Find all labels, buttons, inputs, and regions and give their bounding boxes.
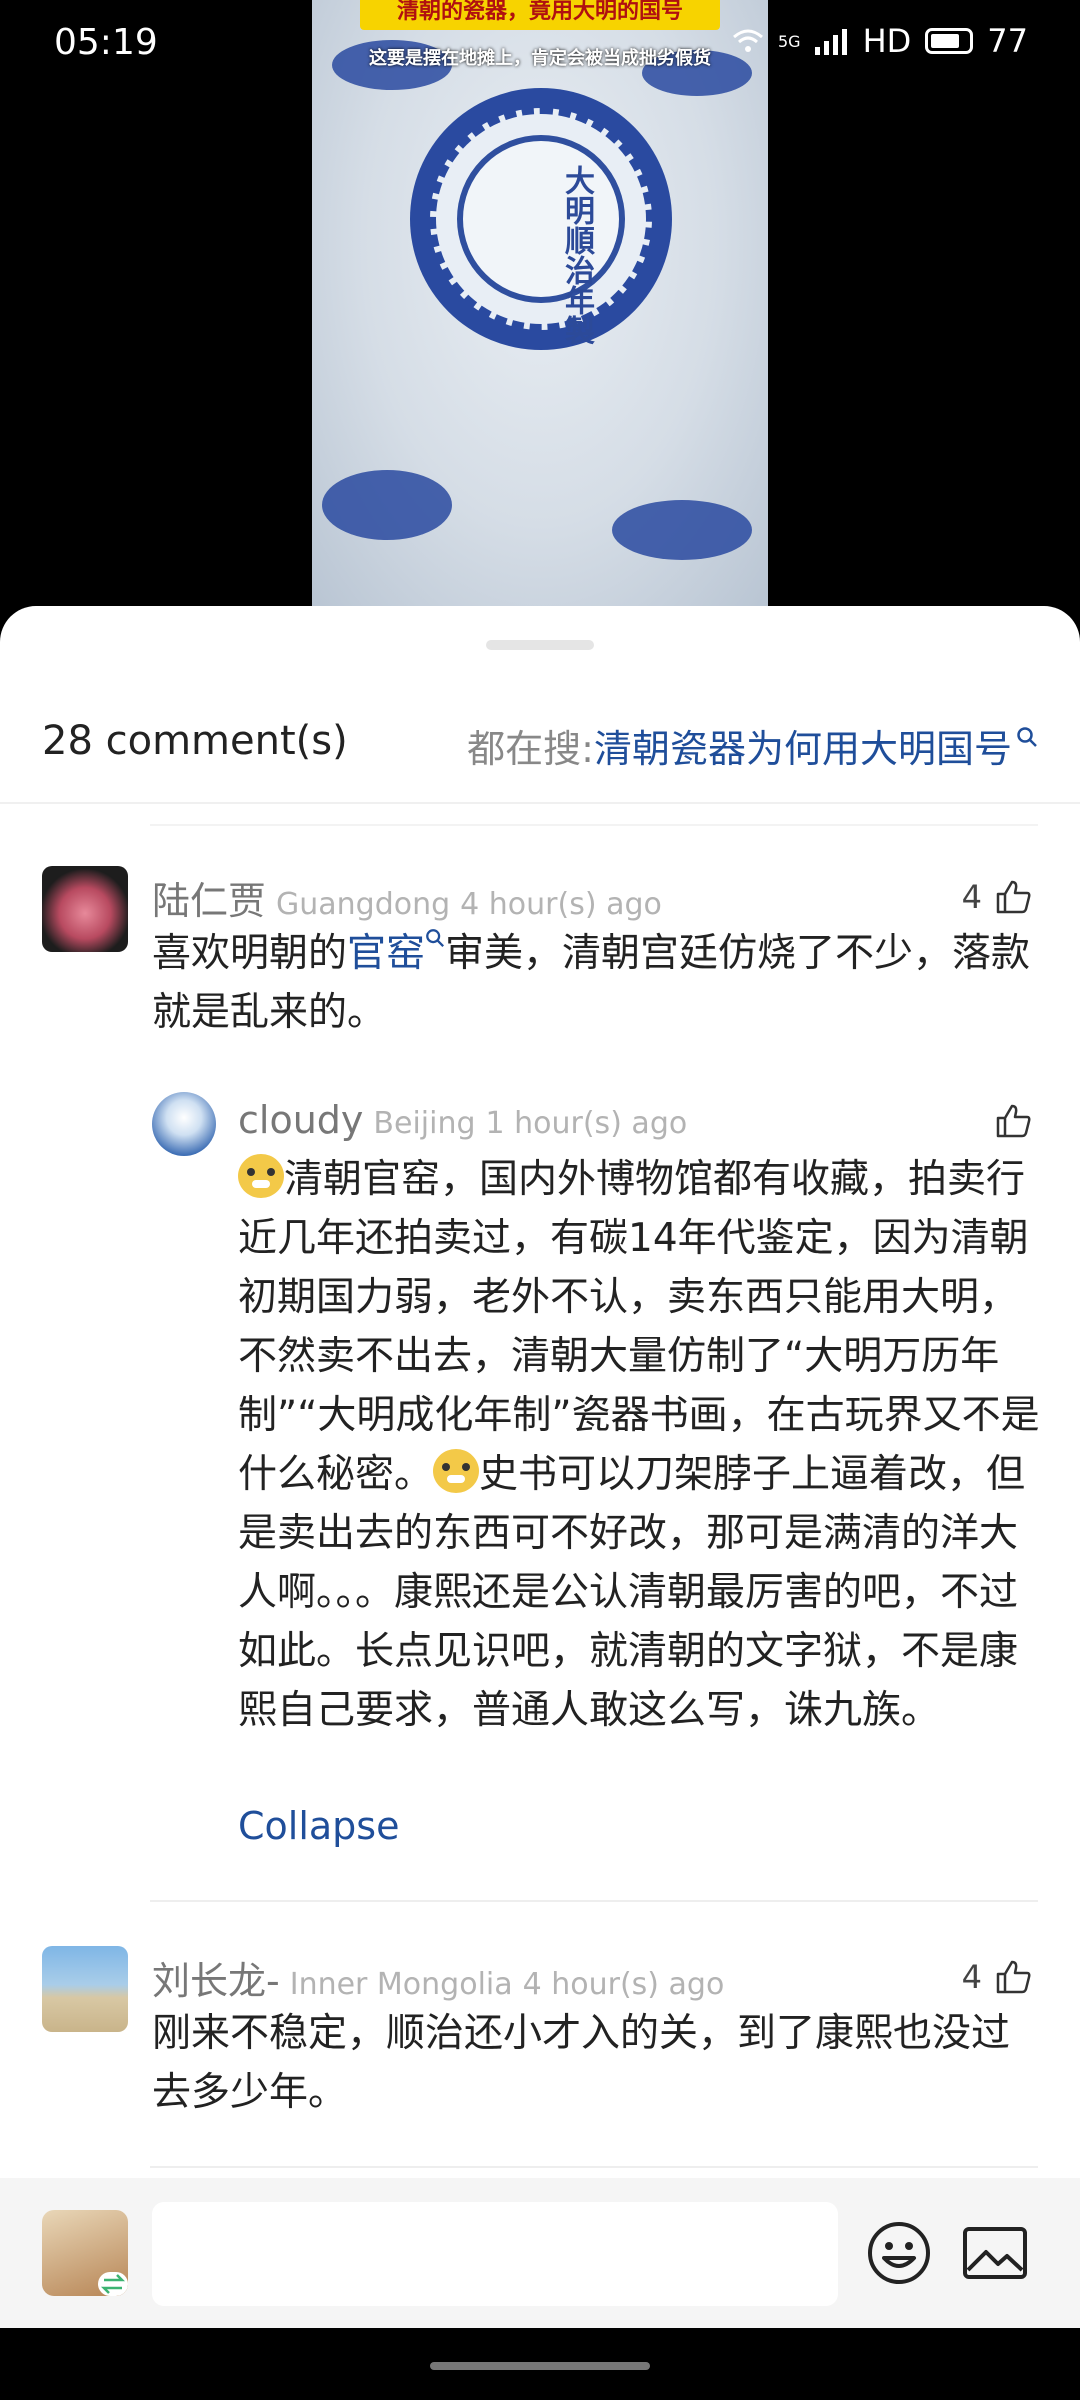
my-avatar[interactable]: [42, 2210, 128, 2296]
status-bar: 05:19 5G HD 77: [0, 0, 1080, 90]
comments-sheet: 28 comment(s) 都在搜: 清朝瓷器为何用大明国号 陆仁贾 Guang…: [0, 606, 1080, 2328]
clock: 05:19: [54, 22, 158, 63]
hot-search-label: 都在搜:: [467, 727, 594, 771]
hd-badge: HD: [862, 22, 912, 60]
emoji-icon[interactable]: [866, 2220, 932, 2286]
thumbs-up-icon: [996, 1960, 1031, 1994]
battery-icon: [925, 28, 974, 54]
video-player[interactable]: 大明順治年製 清朝的瓷器，竟用大明的国号 这要是摆在地摊上，肯定会被当成拙劣假货: [0, 0, 1080, 640]
wifi-icon: [733, 29, 763, 52]
thumbs-up-icon: [996, 1104, 1031, 1138]
comment-location: Inner Mongolia: [289, 1967, 513, 2002]
commenter-name[interactable]: 陆仁贾: [152, 870, 266, 925]
top-divider: [150, 824, 1038, 826]
hot-search-link[interactable]: 都在搜: 清朝瓷器为何用大明国号: [467, 718, 1038, 773]
comment-text-part: 喜欢明朝的: [152, 931, 348, 976]
image-icon[interactable]: [962, 2226, 1028, 2280]
like-button[interactable]: [982, 1104, 1032, 1138]
avatar[interactable]: [42, 866, 128, 952]
system-nav-bar: [0, 2328, 1080, 2400]
avatar[interactable]: [152, 1092, 216, 1156]
comment-text: 清朝官窑，国内外博物馆都有收藏，拍卖行近几年还拍卖过，有碳14年代鉴定，因为清朝…: [238, 1150, 1042, 1740]
thumbs-up-icon: [996, 880, 1031, 914]
comments-header: 28 comment(s) 都在搜: 清朝瓷器为何用大明国号: [42, 718, 1038, 778]
like-button[interactable]: 4: [962, 878, 1032, 916]
comment-text: 喜欢明朝的官窑 审美，清朝宫廷仿烧了不少，落款就是乱来的。: [152, 924, 1042, 1042]
commenter-name[interactable]: 刘长龙-: [152, 1950, 280, 2005]
comment-location: Beijing: [373, 1106, 476, 1141]
comment-composer: [0, 2178, 1080, 2328]
comment-divider: [150, 1900, 1038, 1902]
home-indicator[interactable]: [430, 2362, 650, 2370]
like-count: 4: [961, 878, 982, 916]
comment-count: 28 comment(s): [42, 718, 348, 764]
comment-input[interactable]: [152, 2202, 838, 2306]
collapse-button[interactable]: Collapse: [238, 1804, 399, 1848]
comment-time: 1 hour(s) ago: [485, 1106, 688, 1141]
comment-time: 4 hour(s) ago: [460, 887, 662, 922]
doge-emoji-icon: [238, 1154, 284, 1198]
video-frame: 大明順治年製: [312, 0, 768, 606]
avatar[interactable]: [42, 1946, 128, 2032]
sheet-drag-handle[interactable]: [486, 640, 594, 650]
signal-icon: [814, 29, 847, 55]
keyword-link[interactable]: 官窑: [347, 931, 425, 976]
commenter-name[interactable]: cloudy: [238, 1098, 363, 1142]
like-button[interactable]: 4: [962, 1958, 1032, 1996]
network-type: 5G: [778, 31, 801, 51]
comment-location: Guangdong: [276, 887, 451, 922]
comment-divider: [150, 2166, 1038, 2168]
like-count: 4: [961, 1958, 982, 1996]
hot-search-query: 清朝瓷器为何用大明国号: [593, 727, 1012, 771]
header-divider: [0, 802, 1080, 804]
comment-time: 4 hour(s) ago: [522, 1967, 725, 2002]
search-icon: [1017, 726, 1037, 747]
search-icon: [426, 929, 445, 947]
doge-emoji-icon: [433, 1449, 480, 1493]
bowl-reign-mark: 大明順治年製: [559, 165, 594, 345]
comment-text-part: 清朝官窑，国内外博物馆都有收藏，拍卖行近几年还拍卖过，有碳14年代鉴定，因为清朝…: [238, 1157, 1040, 1497]
comment-text: 刚来不稳定，顺治还小才入的关，到了康熙也没过去多少年。: [152, 2011, 1011, 2115]
battery-level: 77: [987, 22, 1028, 60]
switch-account-icon: [98, 2272, 128, 2296]
